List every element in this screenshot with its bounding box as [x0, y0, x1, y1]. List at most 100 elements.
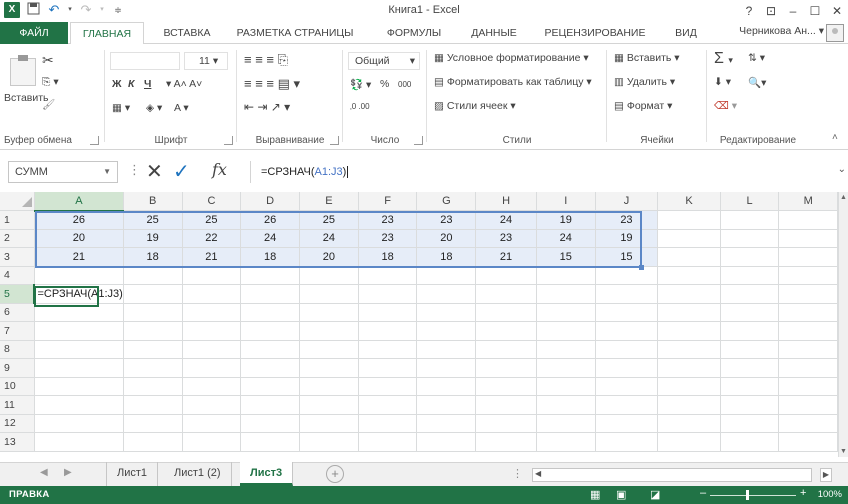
cell-e1[interactable]: 25 [299, 210, 359, 230]
next-sheet-icon[interactable]: ▶ [64, 467, 72, 478]
cell-a2[interactable]: 20 [34, 229, 124, 248]
cell-f4[interactable] [358, 266, 418, 285]
cell-h5[interactable] [475, 284, 537, 304]
cell-m3[interactable] [778, 247, 838, 267]
cell-d4[interactable] [240, 266, 301, 285]
cell-l10[interactable] [720, 377, 780, 396]
collapse-ribbon-icon[interactable]: ˄ [832, 132, 838, 143]
tab-formulas[interactable]: ФОРМУЛЫ [378, 22, 450, 44]
format-painter-icon[interactable]: 🖌 [42, 98, 55, 111]
cell-m6[interactable] [778, 303, 838, 322]
cell-e3[interactable]: 20 [299, 247, 359, 267]
cell-h3[interactable]: 21 [475, 247, 537, 267]
column-header-g[interactable]: G [416, 192, 477, 211]
cell-l13[interactable] [720, 432, 780, 452]
cell-d6[interactable] [240, 303, 301, 322]
cell-f10[interactable] [358, 377, 418, 396]
prev-sheet-icon[interactable]: ◀ [40, 467, 48, 478]
cell-h4[interactable] [475, 266, 537, 285]
cell-l7[interactable] [720, 321, 780, 341]
cell-h1[interactable]: 24 [475, 210, 537, 230]
cell-b4[interactable] [123, 266, 183, 285]
cell-d2[interactable]: 24 [240, 229, 301, 248]
tab-page-layout[interactable]: РАЗМЕТКА СТРАНИЦЫ [230, 22, 360, 44]
cell-m2[interactable] [778, 229, 838, 248]
cell-g10[interactable] [416, 377, 477, 396]
cell-c7[interactable] [182, 321, 242, 341]
row-header-9[interactable]: 9 [0, 358, 35, 378]
zoom-out-icon[interactable]: – [700, 487, 706, 499]
cell-b8[interactable] [123, 340, 183, 359]
cell-m5[interactable] [778, 284, 838, 304]
maximize-icon[interactable]: ☐ [804, 0, 826, 22]
cell-styles-button[interactable]: ▨ Стили ячеек ▾ [434, 100, 516, 112]
cell-k3[interactable] [657, 247, 721, 267]
zoom-slider[interactable] [710, 495, 796, 496]
cell-d10[interactable] [240, 377, 301, 396]
decimal-icons[interactable]: ‚0 .00 [350, 102, 370, 111]
horizontal-scrollbar[interactable]: ◀ [532, 468, 812, 482]
cell-m4[interactable] [778, 266, 838, 285]
cell-l1[interactable] [720, 210, 780, 230]
cell-d8[interactable] [240, 340, 301, 359]
cell-e5[interactable] [299, 284, 359, 304]
cell-i4[interactable] [536, 266, 596, 285]
row-header-1[interactable]: 1 [0, 210, 35, 230]
cell-b1[interactable]: 25 [123, 210, 183, 230]
name-box[interactable]: СУММ ▼ [8, 161, 118, 183]
row-header-7[interactable]: 7 [0, 321, 35, 341]
cell-e4[interactable] [299, 266, 359, 285]
number-launcher-icon[interactable] [414, 136, 423, 145]
cell-i1[interactable]: 19 [536, 210, 596, 230]
cell-l11[interactable] [720, 395, 780, 415]
column-header-f[interactable]: F [358, 192, 418, 211]
expand-formula-bar-icon[interactable]: ⌄ [838, 164, 846, 175]
cell-f12[interactable] [358, 414, 418, 433]
delete-cells-button[interactable]: ▥ Удалить ▾ [614, 76, 675, 88]
paste-icon[interactable] [10, 55, 36, 86]
cell-a7[interactable] [34, 321, 124, 341]
italic-button[interactable]: К [128, 78, 134, 90]
cell-a13[interactable] [34, 432, 124, 452]
column-header-i[interactable]: I [536, 192, 596, 211]
autosum-icon[interactable]: Σ ▾ [714, 50, 733, 68]
cell-g11[interactable] [416, 395, 477, 415]
cell-b12[interactable] [123, 414, 183, 433]
cell-j4[interactable] [595, 266, 659, 285]
cell-h12[interactable] [475, 414, 537, 433]
cell-g8[interactable] [416, 340, 477, 359]
cell-f1[interactable]: 23 [358, 210, 418, 230]
cell-i8[interactable] [536, 340, 596, 359]
cell-l12[interactable] [720, 414, 780, 433]
cell-i11[interactable] [536, 395, 596, 415]
cell-j3[interactable]: 15 [595, 247, 659, 267]
cell-l8[interactable] [720, 340, 780, 359]
cell-k13[interactable] [657, 432, 721, 452]
cell-c10[interactable] [182, 377, 242, 396]
cell-c2[interactable]: 22 [182, 229, 242, 248]
row-header-11[interactable]: 11 [0, 395, 35, 415]
tab-home[interactable]: ГЛАВНАЯ [70, 22, 144, 45]
column-header-e[interactable]: E [299, 192, 359, 211]
cell-j7[interactable] [595, 321, 659, 341]
column-header-h[interactable]: H [475, 192, 537, 211]
enter-icon[interactable]: ✓ [173, 159, 190, 184]
cell-i3[interactable]: 15 [536, 247, 596, 267]
cell-m12[interactable] [778, 414, 838, 433]
cell-g3[interactable]: 18 [416, 247, 477, 267]
row-header-8[interactable]: 8 [0, 340, 35, 359]
cut-icon[interactable]: ✂ [42, 52, 54, 69]
scroll-right-icon[interactable]: ▶ [820, 468, 832, 482]
cell-l4[interactable] [720, 266, 780, 285]
cell-e9[interactable] [299, 358, 359, 378]
cell-c11[interactable] [182, 395, 242, 415]
cell-a8[interactable] [34, 340, 124, 359]
cell-j12[interactable] [595, 414, 659, 433]
grow-font-icon[interactable]: ▾ A˄ A˅ [166, 78, 202, 90]
cell-f7[interactable] [358, 321, 418, 341]
cell-g1[interactable]: 23 [416, 210, 477, 230]
horizontal-align-icons[interactable]: ≡ ≡ ≡ ▤ ▾ [244, 76, 300, 92]
row-header-10[interactable]: 10 [0, 377, 35, 396]
fill-icon[interactable]: ⬇ ▾ [714, 76, 731, 88]
cell-f13[interactable] [358, 432, 418, 452]
